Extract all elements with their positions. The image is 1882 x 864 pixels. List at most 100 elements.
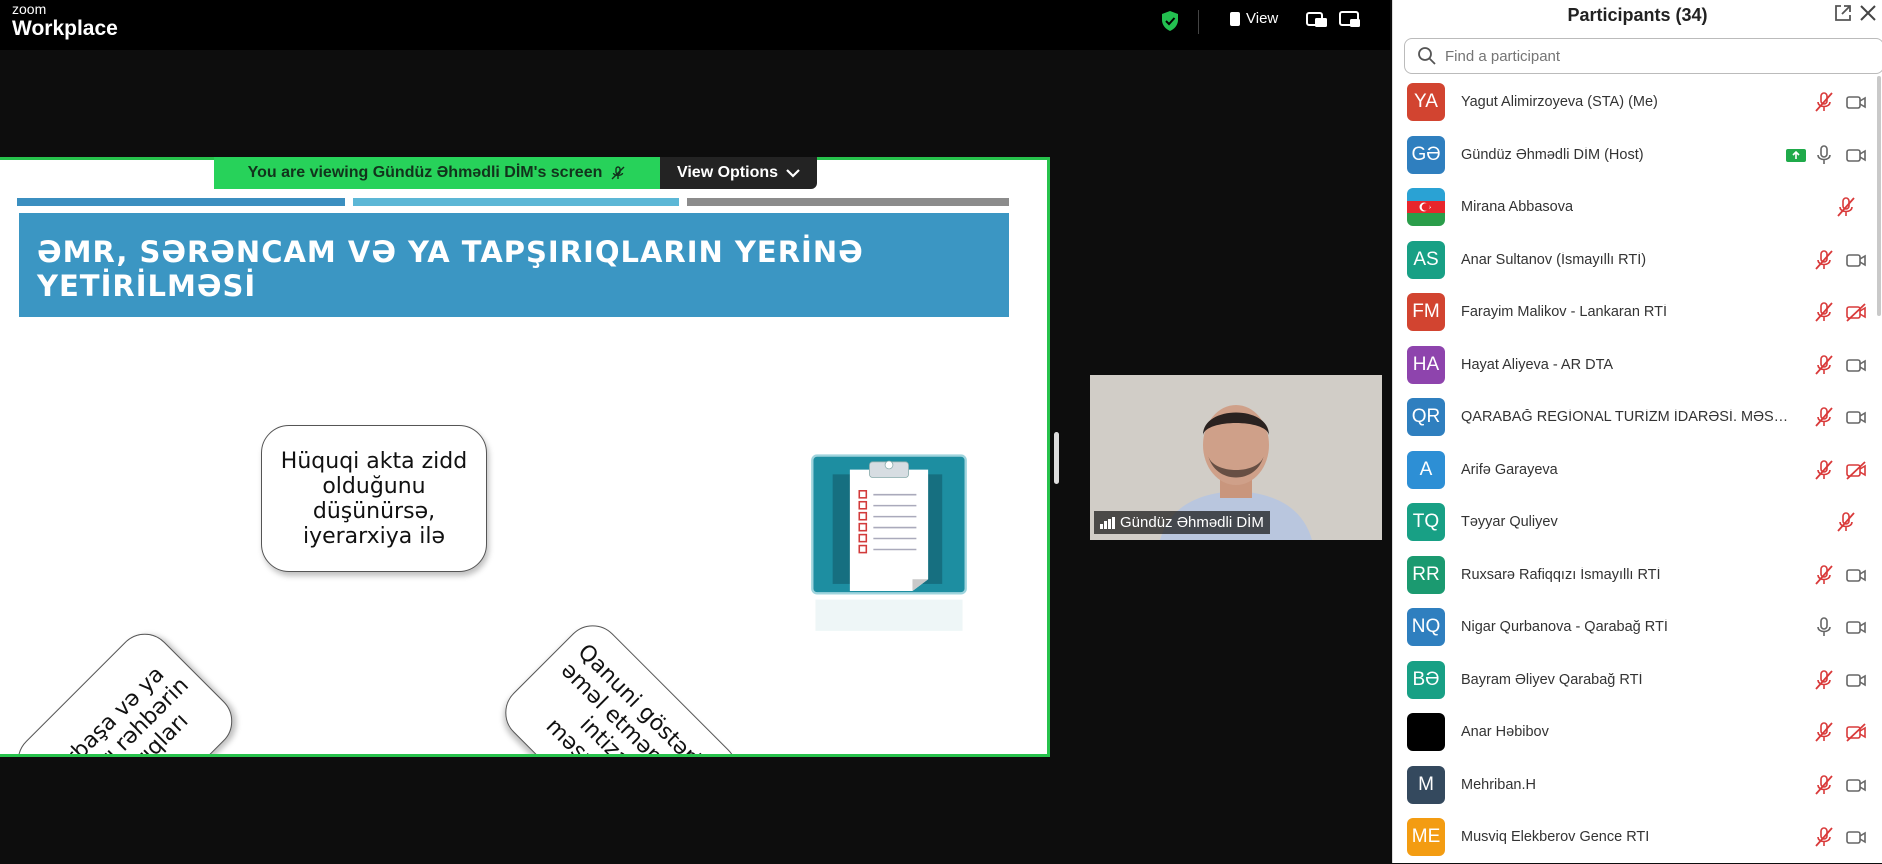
slide-card-right: Qanuni göstərişə əməl etməmək – intizam … [493, 613, 749, 754]
brand-small: zoom [12, 1, 47, 17]
participant-name: Anar Həbibov [1461, 724, 1549, 741]
participant-row[interactable]: NQ Nigar Qurbanova - Qarabağ RTİ [1393, 601, 1882, 654]
participants-panel: Participants (34) YA Yagut Alimirzoyeva (… [1392, 0, 1882, 863]
participants-title: Participants (34) [1567, 5, 1708, 25]
view-options-label: View Options [676, 164, 779, 181]
avatar: YA [1407, 83, 1445, 122]
participant-row[interactable]: M Mehriban.H [1393, 759, 1882, 812]
participant-name: Gündüz Əhmədli DİM (Host) [1461, 146, 1644, 163]
muted-microphone-icon[interactable] [1835, 196, 1857, 218]
muted-microphone-icon[interactable] [1813, 91, 1835, 113]
camera-icon[interactable] [1845, 669, 1867, 691]
slide-accent-bar-2 [353, 198, 679, 206]
camera-icon[interactable] [1845, 249, 1867, 271]
participant-search-input[interactable] [1445, 47, 1845, 65]
participant-row[interactable]: RR Ruxsarə Rafiqqızı İsmayıllı RTİ [1393, 549, 1882, 602]
participant-row[interactable]: A Arifə Garayeva [1393, 444, 1882, 497]
muted-microphone-icon[interactable] [1813, 249, 1835, 271]
participant-search[interactable] [1404, 38, 1882, 74]
camera-icon[interactable] [1845, 354, 1867, 376]
avatar: NQ [1407, 608, 1445, 647]
microphone-icon[interactable] [1813, 616, 1835, 638]
slide-title-line-1: ƏMR, SƏRƏNCAM VƏ YA TAPŞIRIQLARIN YERİNƏ [37, 235, 864, 269]
shared-screen: ƏMR, SƏRƏNCAM VƏ YA TAPŞIRIQLARIN YERİNƏ… [0, 157, 1050, 757]
muted-microphone-icon[interactable] [1813, 721, 1835, 743]
camera-icon[interactable] [1845, 406, 1867, 428]
participant-row[interactable]: Mirana Abbasova [1393, 181, 1882, 234]
muted-microphone-icon[interactable] [1813, 406, 1835, 428]
participant-row[interactable]: QR QARABAĞ REGİONAL TURİZM İDARƏSİ. MƏSLƏ… [1393, 391, 1882, 444]
participant-name: Nigar Qurbanova - Qarabağ RTİ [1461, 619, 1668, 636]
camera-icon[interactable] [1845, 826, 1867, 848]
muted-mic-icon [611, 166, 625, 180]
camera-icon[interactable] [1845, 616, 1867, 638]
avatar: RR [1407, 555, 1445, 594]
slide-card-left: Birbaşa və ya yuxarı rəhbərin tapşırıqla… [6, 622, 244, 754]
toolbar-divider [1198, 10, 1199, 34]
participant-name: Mehriban.H [1461, 776, 1536, 793]
muted-microphone-icon[interactable] [1813, 301, 1835, 323]
video-tile[interactable]: Gündüz Əhmədli DİM [1090, 375, 1382, 540]
participant-name: Bayram Əliyev Qarabağ RTİ [1461, 671, 1643, 688]
participant-list-scrollbar[interactable] [1877, 76, 1881, 316]
avatar: HA [1407, 345, 1445, 384]
avatar: ME [1407, 818, 1445, 857]
card-middle-line: düşünürsə, [312, 498, 436, 524]
viewing-banner-text: You are viewing Gündüz Əhmədli DİM's scr… [247, 164, 603, 181]
avatar [1407, 713, 1445, 752]
camera-icon[interactable] [1845, 91, 1867, 113]
panel-resize-handle[interactable] [1054, 432, 1059, 484]
camera-off-icon[interactable] [1845, 459, 1867, 481]
microphone-icon[interactable] [1813, 144, 1835, 166]
video-name-label: Gündüz Əhmədli DİM [1094, 511, 1270, 534]
slide-accent-bar-3 [687, 198, 1009, 206]
avatar: FM [1407, 293, 1445, 332]
security-shield-icon[interactable] [1160, 10, 1180, 32]
card-middle-line: iyerarxiya ilə [302, 523, 446, 549]
camera-icon[interactable] [1845, 144, 1867, 166]
viewing-screen-banner: You are viewing Gündüz Əhmədli DİM's scr… [214, 157, 660, 189]
picture-in-picture-icon[interactable] [1306, 10, 1328, 30]
zoom-workplace-logo: zoom Workplace [12, 2, 118, 39]
muted-microphone-icon[interactable] [1813, 826, 1835, 848]
muted-microphone-icon[interactable] [1813, 669, 1835, 691]
view-options-button[interactable]: View Options [660, 157, 817, 189]
participant-name: Musviq Elekberov Gence RTI [1461, 829, 1650, 846]
participant-name: Mirana Abbasova [1461, 199, 1574, 216]
avatar: QR [1407, 398, 1445, 437]
muted-microphone-icon[interactable] [1835, 511, 1857, 533]
participant-row[interactable]: TQ Təyyar Quliyev [1393, 496, 1882, 549]
participant-name: Arifə Garayeva [1461, 461, 1558, 478]
muted-microphone-icon[interactable] [1813, 459, 1835, 481]
avatar: AS [1407, 240, 1445, 279]
participant-row[interactable]: AS Anar Sultanov (İsmayıllı RTİ) [1393, 234, 1882, 287]
muted-microphone-icon[interactable] [1813, 564, 1835, 586]
participant-name: Təyyar Quliyev [1461, 514, 1558, 531]
view-icon [1230, 11, 1240, 26]
view-button[interactable]: View [1230, 10, 1278, 27]
participant-row[interactable]: HA Hayat Aliyeva - AR DTA [1393, 339, 1882, 392]
avatar: GƏ [1407, 135, 1445, 174]
camera-off-icon[interactable] [1845, 301, 1867, 323]
screen-share-icon [1786, 148, 1806, 162]
participant-row[interactable]: FM Farayim Malikov - Lankaran RTİ [1393, 286, 1882, 339]
avatar: BƏ [1407, 660, 1445, 699]
camera-icon[interactable] [1845, 564, 1867, 586]
slide-title-line-2: YETİRİLMƏSİ [37, 269, 257, 303]
muted-microphone-icon[interactable] [1813, 354, 1835, 376]
exit-fullscreen-icon[interactable] [1339, 10, 1361, 30]
participant-row[interactable]: Anar Həbibov [1393, 706, 1882, 759]
camera-off-icon[interactable] [1845, 721, 1867, 743]
avatar: M [1407, 765, 1445, 804]
participant-row[interactable]: YA Yagut Alimirzoyeva (STA) (Me) [1393, 76, 1882, 129]
camera-icon[interactable] [1845, 774, 1867, 796]
participant-list: YA Yagut Alimirzoyeva (STA) (Me) GƏ Gündüz … [1393, 76, 1882, 864]
slide-title: ƏMR, SƏRƏNCAM VƏ YA TAPŞIRIQLARIN YERİNƏ… [19, 213, 1009, 317]
participant-row[interactable]: GƏ Gündüz Əhmədli DİM (Host) [1393, 129, 1882, 182]
muted-microphone-icon[interactable] [1813, 774, 1835, 796]
close-icon[interactable] [1859, 4, 1877, 22]
participant-name: Yagut Alimirzoyeva (STA) (Me) [1461, 94, 1658, 111]
popout-icon[interactable] [1833, 3, 1853, 23]
participant-row[interactable]: ME Musviq Elekberov Gence RTI [1393, 811, 1882, 864]
participant-row[interactable]: BƏ Bayram Əliyev Qarabağ RTİ [1393, 654, 1882, 707]
